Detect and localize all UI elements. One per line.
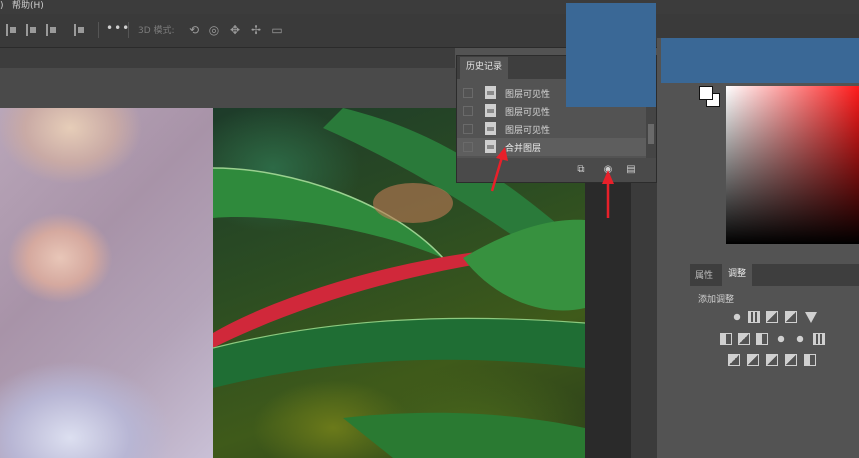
- foreground-color-swatch[interactable]: [699, 86, 713, 100]
- color-picker-field[interactable]: [726, 86, 859, 244]
- tab-properties[interactable]: 属性: [695, 268, 713, 281]
- posterize-icon[interactable]: [747, 354, 759, 366]
- slide-3d-icon[interactable]: ✢: [249, 23, 263, 37]
- history-item-label: 图层可见性: [505, 90, 551, 100]
- snapshot-checkbox[interactable]: [463, 106, 473, 116]
- red-arrow-annotation: [490, 147, 508, 192]
- history-state-icon: [485, 104, 496, 117]
- align-left-icon[interactable]: [4, 23, 18, 37]
- separator: [98, 22, 99, 38]
- distribute-icon[interactable]: [72, 23, 86, 37]
- history-item-label: 合并图层: [505, 144, 542, 154]
- curves-icon[interactable]: [766, 311, 778, 323]
- black-white-icon[interactable]: [756, 333, 768, 345]
- brightness-contrast-icon[interactable]: [731, 311, 743, 323]
- history-item-label: 图层可见性: [505, 126, 551, 136]
- align-center-icon[interactable]: [24, 23, 38, 37]
- trash-icon[interactable]: ▤: [625, 164, 637, 176]
- menu-fragment[interactable]: ): [0, 0, 4, 12]
- selective-color-icon[interactable]: [804, 354, 816, 366]
- color-lookup-icon[interactable]: [813, 333, 825, 345]
- scrollbar-thumb[interactable]: [648, 124, 654, 144]
- orbit-3d-icon[interactable]: ⟲: [187, 23, 201, 37]
- menu-help[interactable]: 帮助(H): [12, 0, 44, 12]
- overlay-block: [566, 3, 656, 107]
- portrait-image-layer: [0, 108, 213, 458]
- color-balance-icon[interactable]: [738, 333, 750, 345]
- menu-bar: ) 帮助(H): [0, 0, 859, 14]
- threshold-icon[interactable]: [766, 354, 778, 366]
- new-document-from-state-icon[interactable]: ⧉: [575, 164, 587, 176]
- levels-icon[interactable]: [748, 311, 760, 323]
- snapshot-checkbox[interactable]: [463, 142, 473, 152]
- snapshot-checkbox[interactable]: [463, 124, 473, 134]
- history-item[interactable]: 图层可见性: [457, 120, 646, 138]
- mode-3d-label: 3D 模式:: [138, 26, 175, 36]
- add-adjustment-label: 添加调整: [698, 295, 735, 305]
- history-item-label: 图层可见性: [505, 108, 551, 118]
- history-state-icon: [485, 122, 496, 135]
- channel-mixer-icon[interactable]: [794, 333, 806, 345]
- document-tab-strip: [0, 48, 455, 68]
- history-state-icon: [485, 86, 496, 99]
- properties-tab-bar: [690, 264, 859, 286]
- hue-saturation-icon[interactable]: [720, 333, 732, 345]
- tab-adjustments[interactable]: 调整: [722, 264, 753, 286]
- more-options-button[interactable]: •••: [106, 21, 130, 35]
- drag-3d-icon[interactable]: ✥: [228, 23, 242, 37]
- tab-history[interactable]: 历史记录: [460, 57, 509, 79]
- exposure-icon[interactable]: [785, 311, 797, 323]
- snapshot-checkbox[interactable]: [463, 88, 473, 98]
- photo-filter-icon[interactable]: [775, 333, 787, 345]
- camera-3d-icon[interactable]: ▭: [270, 23, 284, 37]
- red-arrow-annotation: [602, 170, 614, 218]
- align-right-icon[interactable]: [44, 23, 58, 37]
- invert-icon[interactable]: [728, 354, 740, 366]
- roll-3d-icon[interactable]: ◎: [207, 23, 221, 37]
- vibrance-icon[interactable]: [805, 312, 817, 323]
- overlay-block: [661, 38, 859, 83]
- gradient-map-icon[interactable]: [785, 354, 797, 366]
